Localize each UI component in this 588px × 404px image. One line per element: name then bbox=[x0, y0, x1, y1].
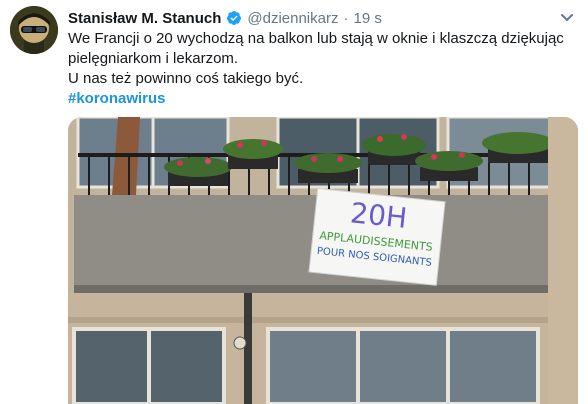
avatar-image bbox=[10, 6, 58, 54]
verified-badge-icon bbox=[226, 10, 242, 26]
tweet: Stanisław M. Stanuch @dziennikarz · 19 s… bbox=[0, 0, 588, 404]
tweet-text-line: We Francji o 20 wychodzą na balkon lub s… bbox=[68, 30, 564, 67]
chevron-down-icon[interactable] bbox=[560, 10, 574, 22]
avatar[interactable] bbox=[10, 6, 58, 54]
author-handle[interactable]: @dziennikarz bbox=[247, 10, 338, 27]
tweet-timestamp[interactable]: 19 s bbox=[353, 10, 381, 27]
tweet-media-photo[interactable]: 20H APPLAUDISSEMENTS POUR NOS SOIGNANTS bbox=[68, 117, 578, 404]
sign-text: 20H APPLAUDISSEMENTS POUR NOS SOIGNANTS bbox=[310, 194, 444, 269]
separator-dot: · bbox=[343, 9, 349, 27]
tweet-text-line: U nas też powinno coś takiego być. bbox=[68, 70, 304, 87]
tweet-header: Stanisław M. Stanuch @dziennikarz · 19 s bbox=[68, 8, 382, 28]
balcony-photo bbox=[68, 117, 578, 404]
tweet-text: We Francji o 20 wychodzą na balkon lub s… bbox=[68, 29, 568, 109]
hashtag-link[interactable]: #koronawirus bbox=[68, 90, 166, 107]
author-name[interactable]: Stanisław M. Stanuch bbox=[68, 10, 221, 27]
